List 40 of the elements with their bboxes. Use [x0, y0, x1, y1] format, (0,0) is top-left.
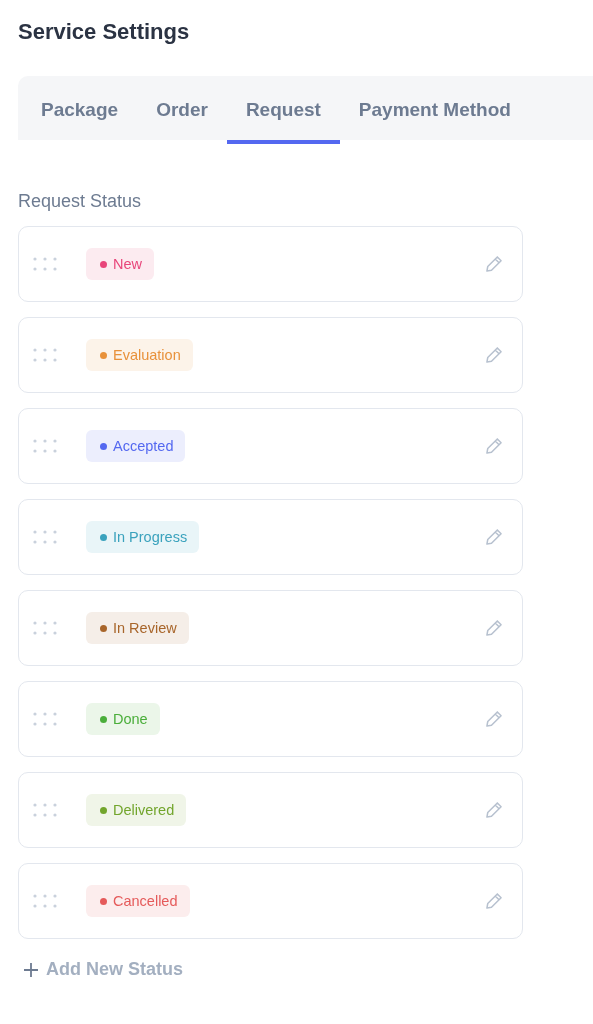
- pencil-icon: [484, 800, 504, 820]
- drag-handle-icon[interactable]: [33, 530, 57, 544]
- edit-button[interactable]: [484, 891, 504, 911]
- pencil-icon: [484, 709, 504, 729]
- status-label: Delivered: [113, 802, 175, 818]
- drag-handle-icon[interactable]: [33, 621, 57, 635]
- pencil-icon: [484, 891, 504, 911]
- add-status-button[interactable]: Add New Status: [18, 959, 183, 980]
- tab[interactable]: Order: [137, 76, 227, 144]
- edit-button[interactable]: [484, 345, 504, 365]
- tab[interactable]: Package: [22, 76, 138, 144]
- tab[interactable]: Request: [226, 76, 340, 144]
- status-label: Cancelled: [113, 893, 178, 909]
- drag-handle-icon[interactable]: [33, 894, 57, 908]
- edit-button[interactable]: [484, 436, 504, 456]
- drag-handle-icon[interactable]: [33, 803, 57, 817]
- status-label: New: [113, 256, 142, 272]
- drag-handle-icon[interactable]: [33, 348, 57, 362]
- status-label: Evaluation: [113, 347, 181, 363]
- status-label: In Review: [113, 620, 177, 636]
- drag-handle-icon[interactable]: [33, 439, 57, 453]
- plus-icon: [24, 962, 38, 977]
- section-title: Request Status: [18, 190, 143, 212]
- pencil-icon: [484, 436, 504, 456]
- edit-button[interactable]: [484, 254, 504, 274]
- edit-button[interactable]: [484, 527, 504, 547]
- status-label: Accepted: [113, 438, 174, 454]
- edit-button[interactable]: [484, 800, 504, 820]
- edit-button[interactable]: [484, 618, 504, 638]
- tab[interactable]: Payment Method: [339, 76, 530, 144]
- page-title: Service Settings: [18, 18, 191, 46]
- pencil-icon: [484, 254, 504, 274]
- pencil-icon: [484, 527, 504, 547]
- drag-handle-icon[interactable]: [33, 257, 57, 271]
- pencil-icon: [484, 345, 504, 365]
- pencil-icon: [484, 618, 504, 638]
- drag-handle-icon[interactable]: [33, 712, 57, 726]
- status-label: In Progress: [113, 529, 188, 545]
- status-label: Done: [113, 711, 148, 727]
- edit-button[interactable]: [484, 709, 504, 729]
